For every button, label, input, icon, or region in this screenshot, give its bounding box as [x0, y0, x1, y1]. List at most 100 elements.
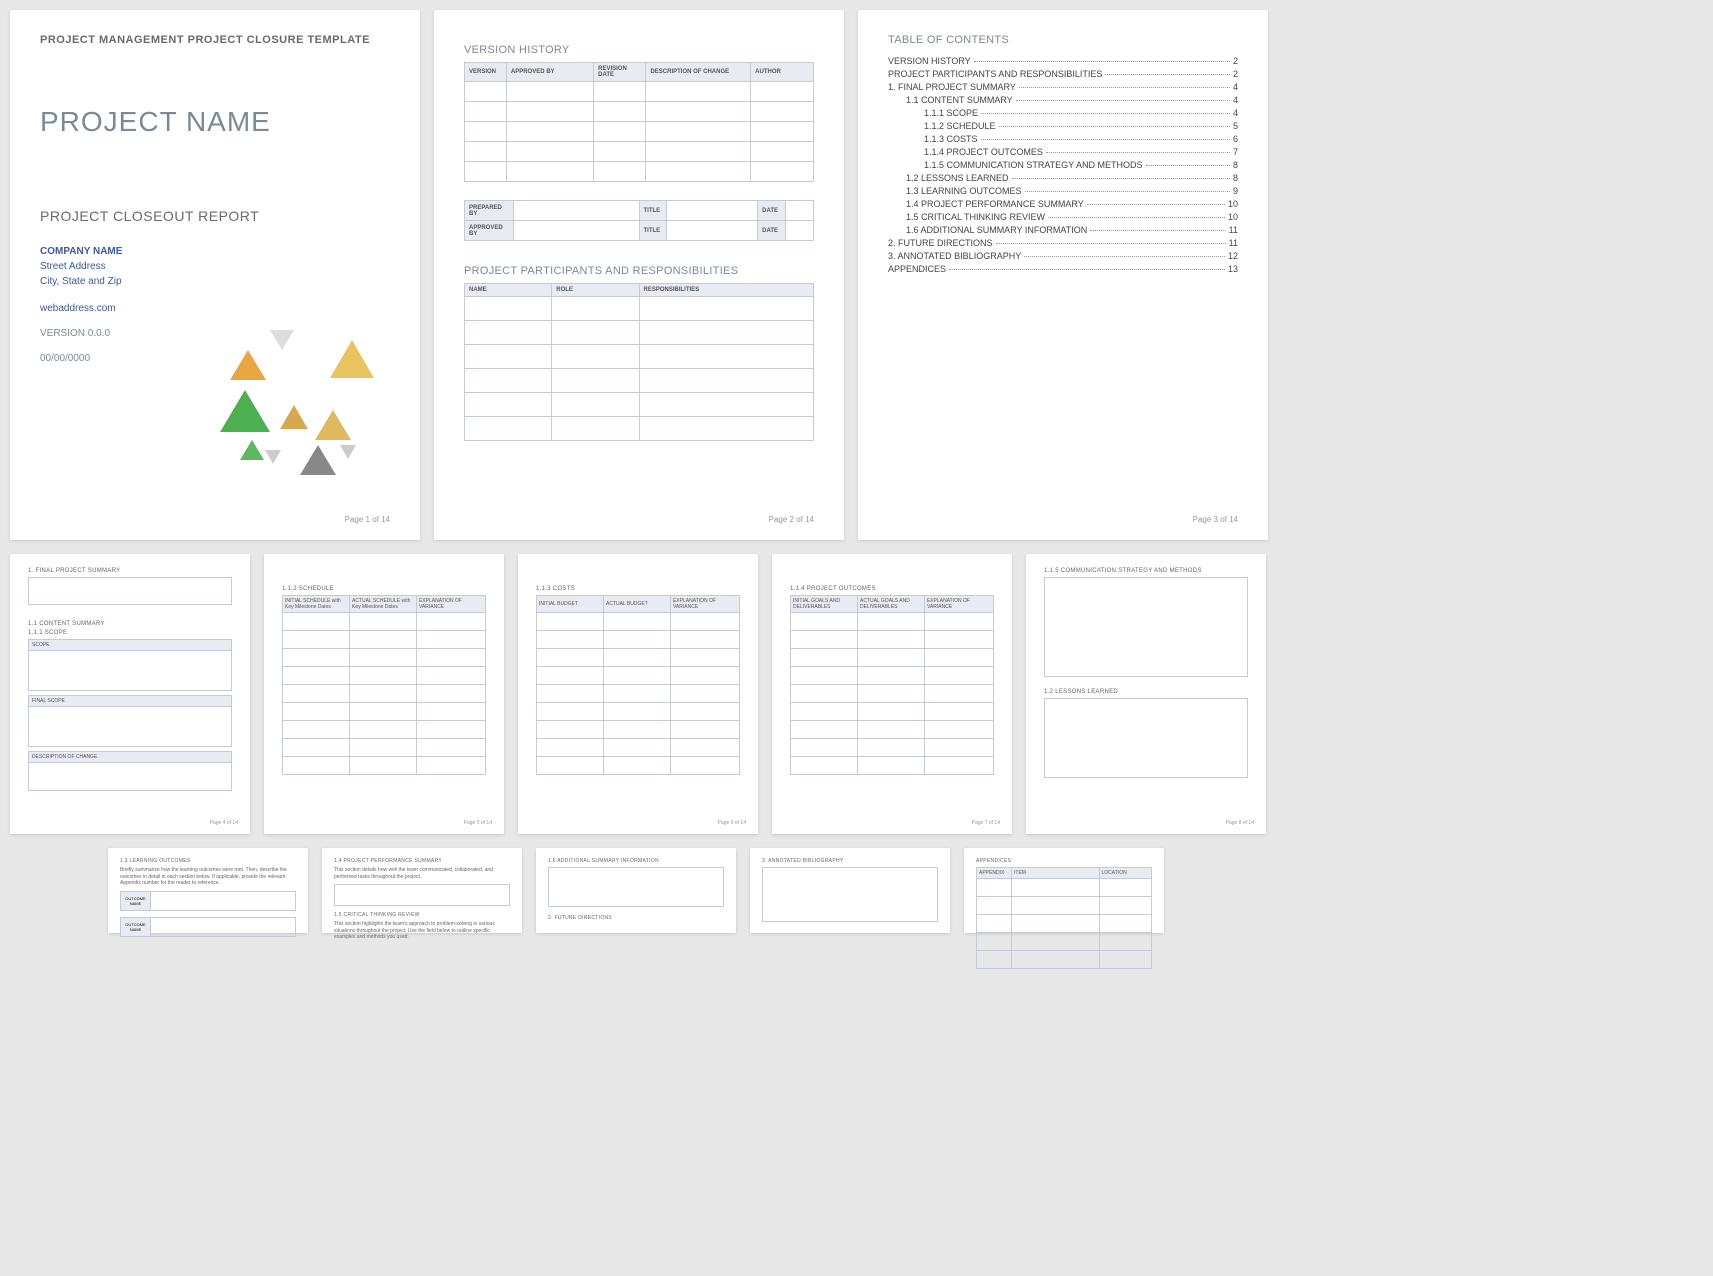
- page-footer: Page 4 of 14: [210, 820, 238, 826]
- table-row: [465, 162, 814, 182]
- toc-entry: PROJECT PARTICIPANTS AND RESPONSIBILITIE…: [888, 69, 1238, 79]
- page-footer: Page 5 of 14: [464, 820, 492, 826]
- table-row: [283, 613, 486, 631]
- table-row: [537, 631, 740, 649]
- final-project-summary-title: 1. FINAL PROJECT SUMMARY: [28, 568, 232, 574]
- bibliography-box: [762, 867, 938, 922]
- toc-dots: [981, 113, 1230, 114]
- bibliography-title: 3. ANNOTATED BIBLIOGRAPHY: [762, 858, 938, 864]
- toc-title: TABLE OF CONTENTS: [888, 34, 1238, 46]
- toc-page-number: 10: [1228, 212, 1238, 222]
- toc-label: 1.1.4 PROJECT OUTCOMES: [924, 147, 1043, 157]
- desc-change-box: [28, 763, 232, 791]
- lessons-learned-title: 1.2 LESSONS LEARNED: [1044, 689, 1248, 695]
- approved-by-label: APPROVED BY: [465, 221, 514, 241]
- table-row: [537, 757, 740, 775]
- summary-box: [28, 577, 232, 605]
- toc-dots: [1146, 165, 1230, 166]
- toc-label: 1.6 ADDITIONAL SUMMARY INFORMATION: [906, 225, 1087, 235]
- toc-entry: 1.1 CONTENT SUMMARY4: [888, 95, 1238, 105]
- app-col1: APPENDIX: [977, 868, 1012, 879]
- costs-table: INITIAL BUDGET ACTUAL BUDGET EXPLANATION…: [536, 595, 740, 775]
- additional-summary-title: 1.6 ADDITIONAL SUMMARY INFORMATION: [548, 858, 724, 864]
- toc-label: VERSION HISTORY: [888, 56, 971, 66]
- costs-title: 1.1.3 COSTS: [536, 586, 740, 592]
- project-name: PROJECT NAME: [40, 106, 390, 138]
- outcome-label: OUTCOME NAME: [121, 892, 151, 910]
- appendices-title: APPENDICES: [976, 858, 1152, 864]
- performance-box: [334, 884, 510, 906]
- toc-entry: 1.6 ADDITIONAL SUMMARY INFORMATION 11: [888, 225, 1238, 235]
- toc-dots: [1024, 256, 1225, 257]
- page-footer: Page 7 of 14: [972, 820, 1000, 826]
- toc-entry: 2. FUTURE DIRECTIONS11: [888, 238, 1238, 248]
- schedule-title: 1.1.2 SCHEDULE: [282, 586, 486, 592]
- company-info: COMPANY NAME Street Address City, State …: [40, 244, 390, 289]
- toc-entry: 1.4 PROJECT PERFORMANCE SUMMARY10: [888, 199, 1238, 209]
- toc-dots: [996, 243, 1226, 244]
- app-col2: ITEM: [1012, 868, 1100, 879]
- scope-header: SCOPE: [28, 639, 232, 651]
- page-7: 1.1.4 PROJECT OUTCOMES INITIAL GOALS AND…: [772, 554, 1012, 834]
- vh-col-version: VERSION: [465, 63, 507, 82]
- toc-page-number: 6: [1233, 134, 1238, 144]
- schedule-table: INITIAL SCHEDULE with Key Milestone Date…: [282, 595, 486, 775]
- table-row: [283, 721, 486, 739]
- table-row: [791, 739, 994, 757]
- performance-desc: This section details how well the team c…: [334, 867, 510, 880]
- toc-entry: 1.5 CRITICAL THINKING REVIEW 10: [888, 212, 1238, 222]
- page-8: 1.1.5 COMMUNICATION STRATEGY AND METHODS…: [1026, 554, 1266, 834]
- table-row: [465, 82, 814, 102]
- toc-list: VERSION HISTORY2PROJECT PARTICIPANTS AND…: [888, 56, 1238, 274]
- toc-dots: [1087, 204, 1225, 205]
- toc-label: 1.2 LESSONS LEARNED: [906, 173, 1009, 183]
- table-row: [283, 631, 486, 649]
- toc-entry: 3. ANNOTATED BIBLIOGRAPHY12: [888, 251, 1238, 261]
- table-row: [283, 667, 486, 685]
- toc-page-number: 4: [1233, 108, 1238, 118]
- toc-page-number: 12: [1228, 251, 1238, 261]
- version-history-table: VERSION APPROVED BY REVISION DATE DESCRI…: [464, 62, 814, 182]
- comm-strategy-title: 1.1.5 COMMUNICATION STRATEGY AND METHODS: [1044, 568, 1248, 574]
- toc-entry: 1.1.3 COSTS6: [888, 134, 1238, 144]
- toc-label: 1.1.2 SCHEDULE: [924, 121, 996, 131]
- table-row: [977, 897, 1152, 915]
- toc-dots: [1048, 217, 1225, 218]
- vh-col-author: AUTHOR: [751, 63, 814, 82]
- toc-dots: [949, 269, 1225, 270]
- table-row: [537, 739, 740, 757]
- toc-entry: 1.1.4 PROJECT OUTCOMES7: [888, 147, 1238, 157]
- toc-dots: [1105, 74, 1230, 75]
- table-row: [283, 757, 486, 775]
- toc-label: 1.1.5 COMMUNICATION STRATEGY AND METHODS: [924, 160, 1143, 170]
- desc-change-header: DESCRIPTION OF CHANGE: [28, 751, 232, 763]
- table-row: [791, 685, 994, 703]
- toc-page-number: 10: [1228, 199, 1238, 209]
- toc-page-number: 11: [1229, 225, 1238, 235]
- lessons-learned-box: [1044, 698, 1248, 778]
- appendices-table: APPENDIX ITEM LOCATION: [976, 867, 1152, 969]
- toc-entry: APPENDICES13: [888, 264, 1238, 274]
- cost-col1: INITIAL BUDGET: [537, 596, 604, 613]
- table-row: [283, 703, 486, 721]
- toc-label: PROJECT PARTICIPANTS AND RESPONSIBILITIE…: [888, 69, 1102, 79]
- table-row: [283, 649, 486, 667]
- vh-col-approved: APPROVED BY: [506, 63, 593, 82]
- toc-dots: [999, 126, 1230, 127]
- outcomes-table: INITIAL GOALS AND DELIVERABLES ACTUAL GO…: [790, 595, 994, 775]
- toc-label: 1.5 CRITICAL THINKING REVIEW: [906, 212, 1045, 222]
- app-col3: LOCATION: [1099, 868, 1152, 879]
- toc-dots: [981, 139, 1230, 140]
- prepared-by-label: PREPARED BY: [465, 201, 514, 221]
- outcome-box-1: OUTCOME NAME: [120, 891, 296, 911]
- table-row: [465, 417, 814, 441]
- approval-table: PREPARED BY TITLE DATE APPROVED BY TITLE…: [464, 200, 814, 241]
- future-directions-title: 2. FUTURE DIRECTIONS: [548, 915, 724, 921]
- critical-thinking-title: 1.5 CRITICAL THINKING REVIEW: [334, 912, 510, 918]
- pp-col-role: ROLE: [552, 284, 639, 297]
- toc-label: 1. FINAL PROJECT SUMMARY: [888, 82, 1016, 92]
- learning-outcomes-title: 1.3 LEARNING OUTCOMES: [120, 858, 296, 864]
- toc-label: 2. FUTURE DIRECTIONS: [888, 238, 993, 248]
- toc-dots: [1016, 100, 1230, 101]
- page-2: VERSION HISTORY VERSION APPROVED BY REVI…: [434, 10, 844, 540]
